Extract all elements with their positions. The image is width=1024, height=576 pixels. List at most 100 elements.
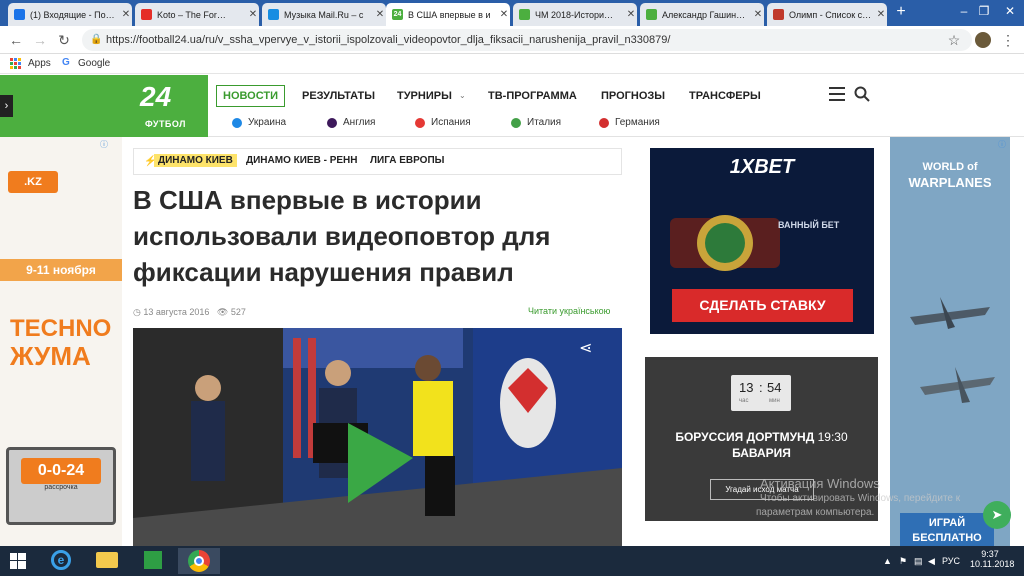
ad-date-label: 9-11 ноября (0, 259, 122, 281)
tray-clock[interactable]: 9:37 10.11.2018 (970, 549, 1015, 569)
league-link-germany[interactable]: Германия (599, 117, 660, 128)
hours-label: час (739, 398, 749, 404)
browser-tab[interactable]: (1) Входящие - По… ✕ (8, 3, 132, 26)
tab-strip: (1) Входящие - По… ✕ Koto – The For… ✕ М… (0, 0, 1024, 26)
england-league-icon (327, 117, 337, 128)
close-tab-icon[interactable]: ✕ (752, 9, 764, 20)
league-link-england[interactable]: Англия (327, 117, 375, 128)
back-icon[interactable]: ← (6, 30, 26, 50)
close-tab-icon[interactable]: ✕ (120, 9, 132, 20)
close-tab-icon[interactable]: ✕ (374, 9, 386, 20)
tag-dynamo-rennes[interactable]: ДИНАМО КИЕВ - РЕНН (246, 155, 358, 166)
site-header: 24 ФУТБОЛ › НОВОСТИ РЕЗУЛЬТАТЫ ТУРНИРЫ ⌄… (0, 75, 1024, 137)
tag-dynamo-kyiv[interactable]: ДИНАМО КИЕВ (154, 154, 237, 167)
nav-transfers[interactable]: ТРАНСФЕРЫ (689, 85, 761, 107)
nav-predictions[interactable]: ПРОГНОЗЫ (601, 85, 665, 107)
browser-tab[interactable]: Музыка Mail.Ru – с ✕ (262, 3, 386, 26)
mail-music-favicon-icon (268, 9, 279, 20)
countdown-hours: 13 (739, 380, 754, 395)
search-icon[interactable] (854, 86, 870, 102)
language-indicator[interactable]: РУС (942, 546, 960, 576)
windows-taskbar: e ▲ ⚑ ▤ ◀ РУС 9:37 10.11.2018 (0, 546, 1024, 576)
browser-tab[interactable]: Koto – The For… ✕ (135, 3, 259, 26)
ad-title-line2: ЖУМА (10, 341, 91, 371)
youtube-favicon-icon (141, 9, 152, 20)
tab-title: В США впервые в и (408, 9, 491, 20)
page-favicon-icon (646, 9, 657, 20)
countdown-timer: 13 : 54 час мин (731, 375, 791, 411)
read-ukrainian-link[interactable]: Читати українською (528, 306, 610, 316)
italy-league-icon (511, 117, 521, 128)
activation-watermark-title: Активация Windows (760, 476, 880, 491)
bookmark-google[interactable]: Google (78, 58, 110, 69)
olimp-favicon-icon (773, 9, 784, 20)
nav-tournaments[interactable]: ТУРНИРЫ (397, 85, 452, 107)
ad-price: 0-0-24 (21, 458, 101, 484)
league-link-spain[interactable]: Испания (415, 117, 471, 128)
video-thumbnail-image (133, 328, 622, 546)
internet-explorer-icon[interactable]: e (40, 548, 82, 574)
new-tab-button[interactable]: + (892, 2, 910, 22)
nav-tv-program[interactable]: ТВ-ПРОГРАММА (488, 85, 577, 107)
hamburger-menu-icon[interactable] (829, 87, 845, 101)
close-window-button[interactable]: ✕ (990, 0, 1024, 22)
play-free-button[interactable]: ИГРАЙ БЕСПЛАТНО (900, 513, 994, 547)
right-banner-ad[interactable]: WORLD of WARPLANES ИГРАЙ БЕСПЛАТНО ⓘ (890, 137, 1010, 547)
football24-favicon-icon: 24 (392, 9, 403, 20)
tab-title: Koto – The For… (157, 9, 226, 20)
league-link-italy[interactable]: Италия (511, 117, 561, 128)
clock-date: 10.11.2018 (970, 559, 1015, 569)
close-tab-icon[interactable]: ✕ (875, 9, 887, 20)
nav-news[interactable]: НОВОСТИ (216, 85, 286, 107)
volume-icon[interactable]: ◀ (928, 546, 935, 576)
browser-tab[interactable]: Александр Гашин… ✕ (640, 3, 764, 26)
site-logo[interactable]: 24 ФУТБОЛ (0, 75, 208, 137)
menu-dots-icon[interactable]: ⋮ (998, 30, 1018, 50)
browser-tab[interactable]: ЧМ 2018-Истори… ✕ (513, 3, 637, 26)
file-explorer-icon[interactable] (86, 548, 128, 574)
ad-brand-logo: .KZ (8, 171, 58, 193)
bookmarks-bar: Apps G Google (0, 54, 1024, 74)
chevron-down-icon: ⌄ (459, 91, 466, 100)
league-link-ukraine[interactable]: Украина (232, 117, 286, 128)
reload-icon[interactable]: ↻ (54, 30, 74, 50)
network-icon[interactable]: ▤ (914, 546, 923, 576)
team-away: БАВАРИЯ (732, 446, 791, 460)
lock-icon: 🔒 (90, 34, 103, 45)
profile-avatar[interactable] (975, 32, 991, 48)
article-video[interactable]: ⋖ (133, 328, 622, 546)
telegram-icon[interactable]: ➤ (983, 501, 1011, 529)
activation-watermark-line3: параметрам компьютера. (756, 507, 875, 518)
address-bar[interactable]: 🔒 https://football24.ua/ru/v_ssha_vpervy… (82, 29, 972, 51)
flag-icon[interactable]: ⚑ (899, 546, 907, 576)
chrome-icon[interactable] (178, 548, 220, 574)
tray-chevron-icon[interactable]: ▲ (883, 546, 892, 576)
browser-tab-active[interactable]: 24 В США впервые в и ✕ (386, 3, 510, 26)
store-icon[interactable] (132, 548, 174, 574)
page-favicon-icon (519, 9, 530, 20)
ad-info-icon[interactable]: ⓘ (100, 139, 110, 149)
browser-tab[interactable]: Олимп - Список с… ✕ (767, 3, 887, 26)
share-icon[interactable]: ⋖ (579, 338, 592, 358)
close-tab-icon[interactable]: ✕ (247, 9, 259, 20)
forward-icon[interactable]: → (30, 30, 50, 50)
browser-toolbar: ← → ↻ 🔒 https://football24.ua/ru/v_ssha_… (0, 26, 1024, 54)
nav-results[interactable]: РЕЗУЛЬТАТЫ (302, 85, 375, 107)
windows-start-icon[interactable] (10, 553, 26, 569)
google-g-icon: G (62, 57, 70, 68)
ad-bet-brand: 1XBET (729, 156, 795, 178)
left-banner-ad[interactable]: .KZ 9-11 ноября TECHNO ЖУМА 0-0-24 расср… (0, 137, 122, 547)
close-tab-icon[interactable]: ✕ (625, 9, 637, 20)
tag-europa-league[interactable]: ЛИГА ЕВРОПЫ (370, 155, 444, 166)
tags-bar: ⚡ ДИНАМО КИЕВ ДИНАМО КИЕВ - РЕНН ЛИГА ЕВ… (133, 148, 622, 175)
ad-info-icon[interactable]: ⓘ (998, 139, 1006, 150)
bookmark-star-icon[interactable]: ☆ (944, 30, 964, 50)
countdown-minutes: 54 (767, 380, 782, 395)
bookmark-apps[interactable]: Apps (28, 58, 51, 69)
eye-icon: 👁 (216, 307, 229, 317)
bet-banner-ad[interactable]: 1XBET ВАННЫЙ БЕТ СДЕЛАТЬ СТАВКУ (650, 148, 874, 334)
make-bet-button[interactable]: СДЕЛАТЬ СТАВКУ (672, 289, 853, 322)
close-tab-icon[interactable]: ✕ (498, 9, 510, 20)
team-home: БОРУССИЯ ДОРТМУНД (675, 430, 815, 444)
side-panel-arrow-icon[interactable]: › (0, 95, 13, 117)
